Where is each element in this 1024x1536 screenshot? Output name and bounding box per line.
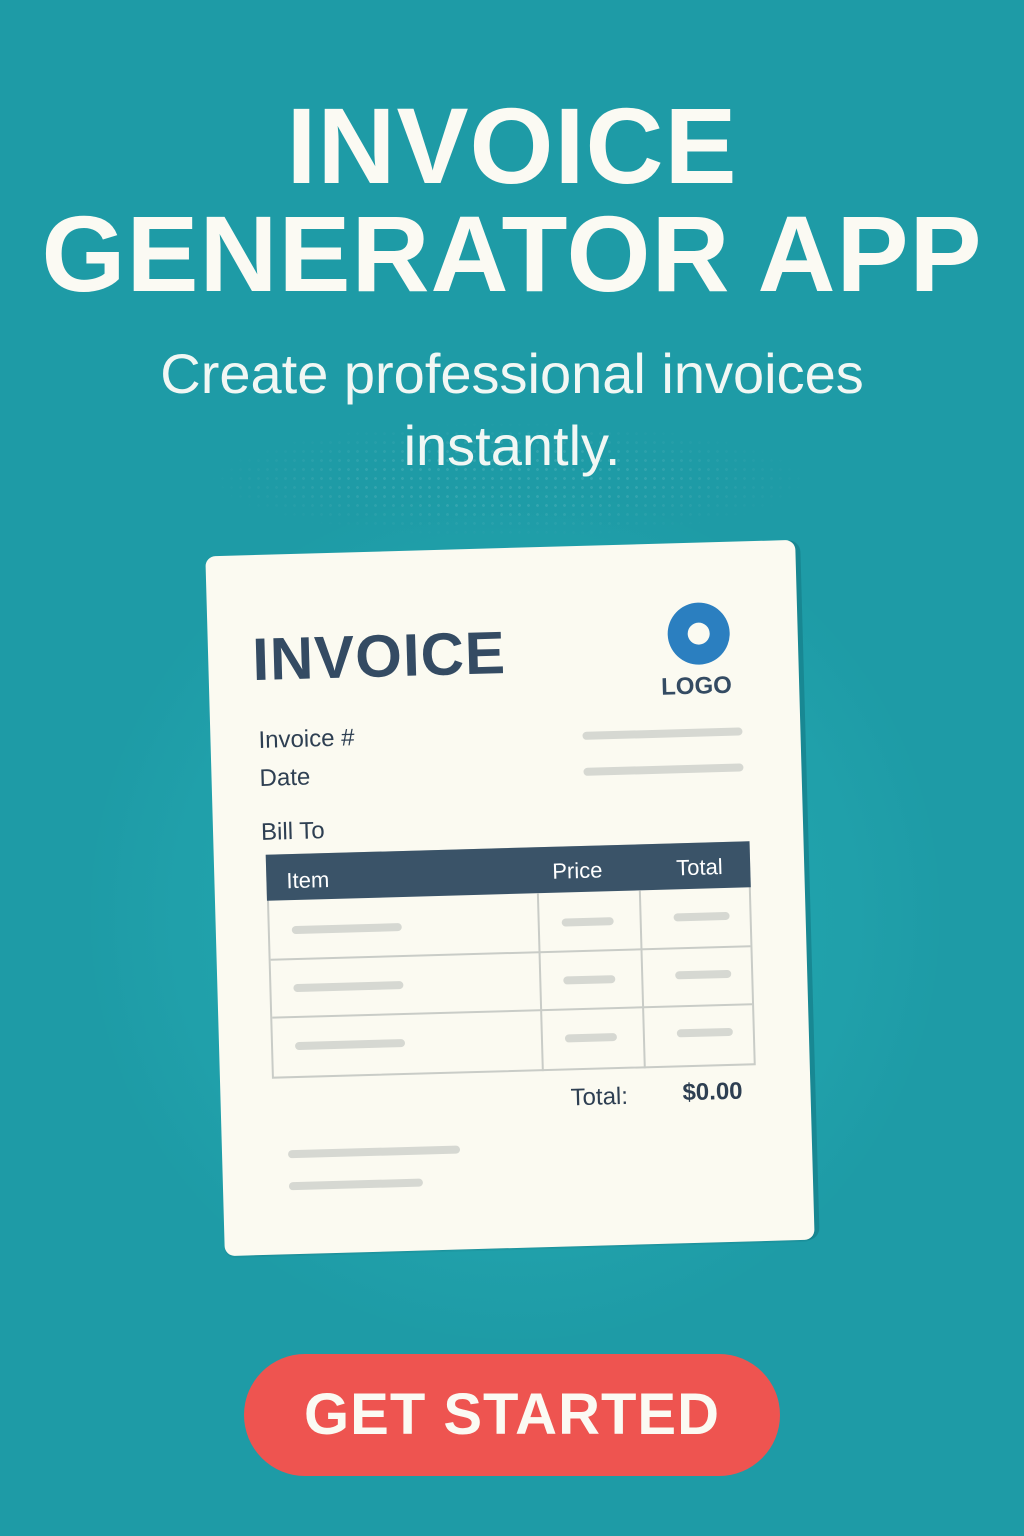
notes-placeholder-line-2 bbox=[288, 1178, 424, 1191]
total-label: Total: bbox=[570, 1082, 629, 1112]
app-title-line2: GENERATOR APP bbox=[41, 193, 983, 314]
logo-icon bbox=[666, 601, 731, 666]
table-row bbox=[561, 917, 614, 927]
date-label: Date bbox=[259, 763, 311, 792]
table-row bbox=[564, 1033, 618, 1043]
bill-to-label: Bill To bbox=[260, 817, 326, 846]
invoice-number-label: Invoice # bbox=[258, 724, 355, 754]
subtitle-line2: instantly. bbox=[403, 414, 621, 477]
date-placeholder-line bbox=[583, 763, 744, 776]
price-column-header: Price bbox=[551, 857, 603, 884]
item-column-header: Item bbox=[286, 867, 330, 894]
subtitle-line1: Create professional invoices bbox=[160, 342, 864, 405]
app-title-line1: INVOICE bbox=[286, 85, 738, 206]
row-divider-2 bbox=[272, 1003, 753, 1019]
get-started-button[interactable]: GET STARTED bbox=[244, 1354, 780, 1476]
total-value: $0.00 bbox=[682, 1077, 743, 1107]
column-divider-2 bbox=[638, 890, 646, 1069]
app-subtitle: Create professional invoices instantly. bbox=[0, 338, 1024, 482]
table-row bbox=[563, 975, 616, 985]
invoice-number-placeholder-line bbox=[582, 727, 743, 740]
table-row bbox=[293, 981, 404, 993]
table-row bbox=[673, 911, 730, 922]
row-divider-1 bbox=[270, 945, 751, 961]
table-row bbox=[676, 1027, 733, 1038]
table-row bbox=[294, 1038, 406, 1051]
table-row bbox=[675, 969, 732, 980]
total-column-header: Total bbox=[675, 854, 724, 881]
table-row bbox=[291, 923, 402, 935]
column-divider-1 bbox=[536, 893, 544, 1072]
logo-label: LOGO bbox=[660, 671, 733, 701]
table-header-row: Item Price Total bbox=[265, 841, 751, 901]
invoice-preview-card: INVOICE LOGO Invoice # Date Bill To Item… bbox=[205, 539, 815, 1257]
line-items-table: Item Price Total bbox=[265, 841, 756, 1079]
notes-placeholder-line-1 bbox=[287, 1145, 461, 1159]
invoice-heading: INVOICE bbox=[251, 619, 507, 694]
